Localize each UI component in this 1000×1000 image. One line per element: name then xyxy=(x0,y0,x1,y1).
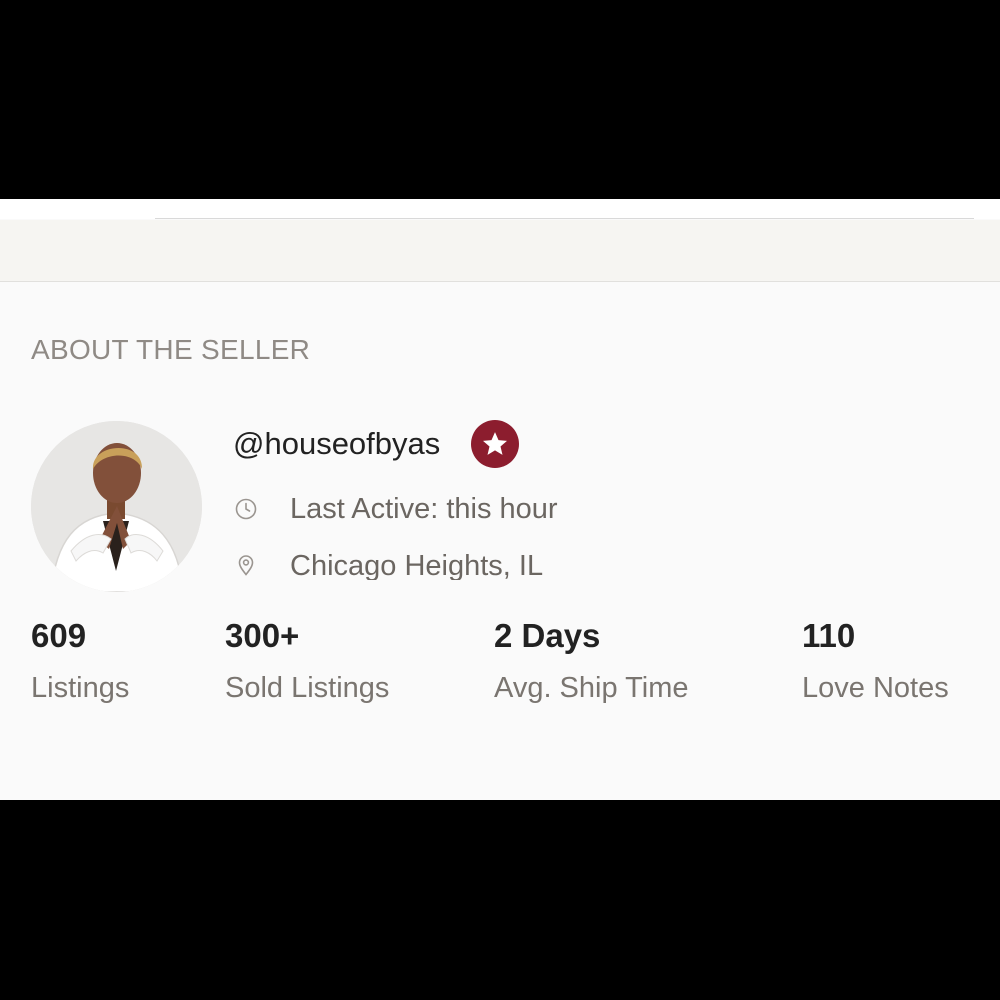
stat-love-notes[interactable]: 110 Love Notes xyxy=(802,619,949,703)
username-row: @houseofbyas xyxy=(233,419,520,469)
location-pin-icon xyxy=(233,552,259,578)
stat-sold-listings[interactable]: 300+ Sold Listings xyxy=(225,619,389,703)
about-seller-panel: ABOUT THE SELLER @houseofbyas Last Activ… xyxy=(0,199,1000,800)
letterbox-top xyxy=(0,0,1000,199)
stat-listings[interactable]: 609 Listings xyxy=(31,619,129,703)
star-icon xyxy=(483,432,508,455)
location-text: Chicago Heights, IL xyxy=(290,550,544,580)
stat-value: 110 xyxy=(802,617,856,654)
section-separator-band xyxy=(0,220,1000,282)
letterbox-bottom xyxy=(0,800,1000,1000)
last-active-text: Last Active: this hour xyxy=(290,492,558,525)
stat-label: Listings xyxy=(31,672,130,704)
clock-icon xyxy=(233,496,259,522)
stat-value: 609 xyxy=(31,617,87,654)
top-strip xyxy=(0,199,1000,219)
location-row: Chicago Heights, IL xyxy=(233,545,543,585)
stat-label: Love Notes xyxy=(802,672,949,704)
section-title: ABOUT THE SELLER xyxy=(31,334,311,365)
seller-username[interactable]: @houseofbyas xyxy=(233,426,440,462)
stat-value: 300+ xyxy=(225,617,300,654)
stat-label: Sold Listings xyxy=(225,672,390,704)
divider xyxy=(155,218,974,219)
stat-label: Avg. Ship Time xyxy=(494,672,689,704)
stat-value: 2 Days xyxy=(494,617,601,654)
stat-avg-ship-time: 2 Days Avg. Ship Time xyxy=(494,619,689,703)
avatar-image xyxy=(31,421,202,592)
seller-avatar[interactable] xyxy=(31,421,202,592)
last-active-row: Last Active: this hour xyxy=(233,489,558,529)
ambassador-badge[interactable] xyxy=(471,420,520,468)
